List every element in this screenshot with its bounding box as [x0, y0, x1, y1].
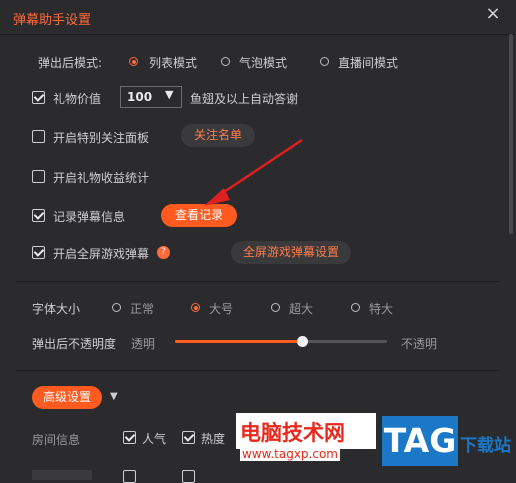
scrollbar[interactable] [509, 34, 513, 234]
room-info-label: 房间信息 [32, 433, 81, 447]
gift-value-select[interactable]: 100 ▼ [120, 86, 182, 108]
font-size-label: 字体大小 [32, 302, 81, 316]
window-title: 弹幕助手设置 [13, 13, 92, 28]
watermark-logo: TAG [382, 416, 458, 466]
fullscreen-game-settings-button[interactable]: 全屏游戏弹幕设置 [231, 241, 351, 264]
watermark-site-name: 电脑技术网 [240, 421, 345, 445]
room-info-popularity-label: 人气 [142, 432, 167, 446]
fullscreen-game-label: 开启全屏游戏弹幕 [53, 247, 150, 261]
close-icon[interactable]: × [484, 5, 502, 23]
radio-room-mode-label: 直播间模式 [338, 56, 399, 70]
divider [16, 281, 500, 282]
fullscreen-game-checkbox[interactable] [32, 246, 45, 259]
radio-bubble-mode-label: 气泡模式 [239, 56, 288, 70]
radio-font-xlarge[interactable] [271, 303, 280, 312]
watermark: 电脑技术网 www.tagxp.com TAG 下载站 [234, 411, 516, 480]
radio-font-large[interactable] [191, 303, 200, 312]
next-row-checkbox[interactable] [182, 470, 195, 483]
special-follow-label: 开启特别关注面板 [53, 131, 150, 145]
gift-income-label: 开启礼物收益统计 [53, 171, 150, 185]
room-info-heat-label: 热度 [201, 432, 226, 446]
radio-font-xxlarge[interactable] [351, 303, 360, 312]
room-info-popularity-checkbox[interactable] [123, 431, 136, 444]
opacity-left-label: 透明 [131, 337, 156, 351]
radio-font-normal-label: 正常 [130, 302, 155, 316]
gift-value-suffix: 鱼翅及以上自动答谢 [190, 92, 299, 106]
gift-value-select-value: 100 [127, 90, 153, 104]
gift-value-checkbox[interactable] [32, 91, 45, 104]
next-row-label [32, 470, 92, 480]
radio-room-mode[interactable] [320, 57, 329, 66]
slider-fill [175, 340, 303, 343]
annotation-arrow-icon [204, 138, 303, 206]
radio-font-xlarge-label: 超大 [289, 302, 314, 316]
opacity-slider[interactable] [175, 336, 387, 347]
record-danmaku-label: 记录弹幕信息 [53, 210, 126, 224]
radio-font-normal[interactable] [112, 303, 121, 312]
divider [16, 370, 500, 371]
advanced-settings-button[interactable]: 高级设置 [32, 386, 102, 409]
watermark-url: www.tagxp.com [240, 447, 340, 461]
radio-font-large-label: 大号 [209, 302, 234, 316]
radio-list-mode-label: 列表模式 [149, 56, 198, 70]
record-danmaku-checkbox[interactable] [32, 209, 45, 222]
gift-income-checkbox[interactable] [32, 170, 45, 183]
opacity-right-label: 不透明 [401, 337, 438, 351]
opacity-label: 弹出后不透明度 [32, 337, 117, 351]
radio-font-xxlarge-label: 特大 [369, 302, 394, 316]
watermark-suffix: 下载站 [460, 436, 511, 456]
popup-mode-label: 弹出后模式: [38, 56, 103, 70]
radio-list-mode[interactable] [129, 57, 138, 66]
next-row-checkbox[interactable] [123, 470, 136, 483]
special-follow-checkbox[interactable] [32, 130, 45, 143]
gift-value-label: 礼物价值 [53, 92, 102, 106]
room-info-heat-checkbox[interactable] [182, 431, 195, 444]
slider-thumb[interactable] [297, 336, 309, 347]
help-icon[interactable]: ? [157, 246, 170, 259]
caret-down-icon[interactable]: ▼ [110, 391, 118, 402]
chevron-down-icon: ▼ [165, 88, 174, 101]
radio-bubble-mode[interactable] [221, 57, 230, 66]
